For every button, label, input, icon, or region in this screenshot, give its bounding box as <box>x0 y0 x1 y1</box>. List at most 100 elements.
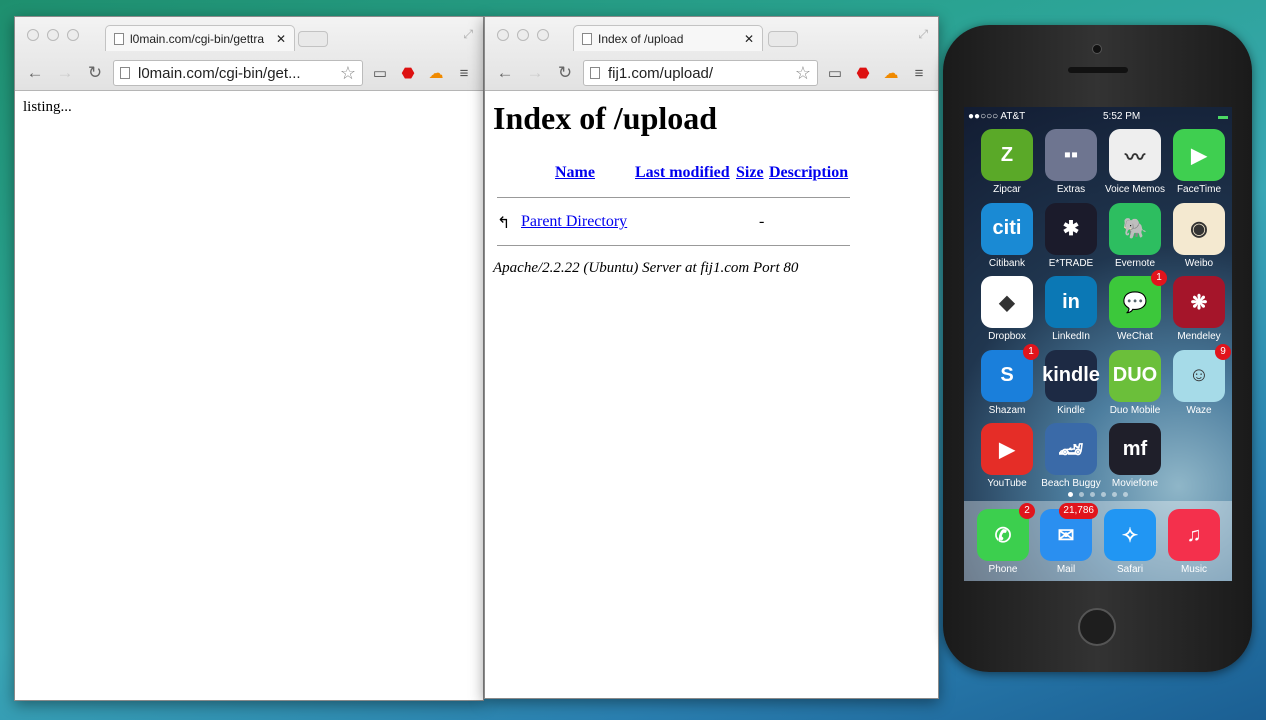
app-mendeley[interactable]: ❋ Mendeley <box>1167 276 1231 342</box>
column-description[interactable]: Description <box>769 164 848 182</box>
app-label: Waze <box>1186 404 1212 416</box>
app-icon: ♫ <box>1168 509 1220 561</box>
close-window-button[interactable] <box>497 29 509 41</box>
browser-tab[interactable]: Index of /upload ✕ <box>573 25 763 51</box>
left-browser-window: l0main.com/cgi-bin/gettra ✕ ⤢ ← → ↻ l0ma… <box>14 16 484 701</box>
app-evernote[interactable]: 🐘 Evernote <box>1103 202 1167 269</box>
app-label: E*TRADE <box>1048 257 1094 269</box>
page-icon <box>590 67 600 79</box>
app-wechat[interactable]: 💬 1 WeChat <box>1103 270 1167 342</box>
cast-icon[interactable]: ▭ <box>824 64 846 82</box>
address-bar[interactable]: l0main.com/cgi-bin/get... ☆ <box>113 60 363 86</box>
app-waze[interactable]: ☺ 9 Waze <box>1167 343 1231 416</box>
back-button[interactable]: ← <box>493 63 517 83</box>
app-icon: 🐘 <box>1109 202 1161 255</box>
page-indicator <box>964 492 1232 497</box>
page-title: Index of /upload <box>493 100 718 136</box>
app-icon: ✱ <box>1045 202 1097 255</box>
app-label: Mendeley <box>1177 331 1221 342</box>
page-icon <box>582 32 592 45</box>
forward-button[interactable]: → <box>523 63 547 83</box>
app-facetime[interactable]: ▶ FaceTime <box>1167 129 1231 195</box>
app-label: Voice Memos <box>1104 184 1166 195</box>
browser-tab[interactable]: l0main.com/cgi-bin/gettra ✕ <box>105 25 295 51</box>
app-kindle[interactable]: kindle Kindle <box>1039 349 1103 416</box>
fullscreen-icon[interactable]: ⤢ <box>918 27 928 42</box>
app-dropbox[interactable]: ◆ Dropbox <box>975 276 1039 342</box>
app-phone[interactable]: ✆ 2 Phone <box>971 503 1035 575</box>
zoom-window-button[interactable] <box>537 29 549 41</box>
fullscreen-icon[interactable]: ⤢ <box>463 27 473 42</box>
app-icon: ▶ <box>981 423 1033 475</box>
app-extras[interactable]: ▪▪ Extras <box>1039 129 1103 195</box>
column-last-modified[interactable]: Last modified <box>635 164 730 182</box>
menu-icon[interactable]: ≡ <box>453 65 475 82</box>
app-label: Duo Mobile <box>1109 404 1161 416</box>
forward-button[interactable]: → <box>53 63 77 83</box>
cloud-upload-icon[interactable]: ☁ <box>880 64 902 82</box>
app-label: WeChat <box>1117 331 1153 342</box>
app-icon: citi <box>981 202 1033 255</box>
menu-icon[interactable]: ≡ <box>908 65 930 82</box>
close-window-button[interactable] <box>27 29 39 41</box>
close-tab-icon[interactable]: ✕ <box>744 32 754 46</box>
parent-directory-link[interactable]: Parent Directory <box>521 213 627 231</box>
page-icon <box>120 67 130 79</box>
app-label: Zipcar <box>993 184 1021 195</box>
app-icon: DUO <box>1109 349 1161 402</box>
home-button[interactable] <box>1078 608 1116 646</box>
app-linkedin[interactable]: in LinkedIn <box>1039 276 1103 342</box>
app-label: LinkedIn <box>1052 331 1090 342</box>
minimize-window-button[interactable] <box>517 29 529 41</box>
app-label: Music <box>1180 564 1208 575</box>
app-icon: ◉ <box>1173 202 1225 255</box>
new-tab-button[interactable] <box>768 31 798 47</box>
status-bar: ●●○○○ AT&T 5:52 PM ▬ <box>964 107 1232 125</box>
front-camera <box>1092 44 1102 54</box>
app-youtube[interactable]: ▶ YouTube <box>975 423 1039 489</box>
app-voice-memos[interactable]: 〰 Voice Memos <box>1103 129 1167 195</box>
new-tab-button[interactable] <box>298 31 328 47</box>
reload-button[interactable]: ↻ <box>83 63 107 83</box>
app-icon: Z <box>981 129 1033 181</box>
app-icon: kindle <box>1042 349 1100 402</box>
column-size[interactable]: Size <box>736 164 764 182</box>
server-signature: Apache/2.2.22 (Ubuntu) Server at fij1.co… <box>493 260 799 276</box>
app-e-trade[interactable]: ✱ E*TRADE <box>1039 202 1103 269</box>
tab-title: Index of /upload <box>598 31 684 46</box>
cloud-upload-icon[interactable]: ☁ <box>425 64 447 82</box>
app-duo-mobile[interactable]: DUO Duo Mobile <box>1103 349 1167 416</box>
app-label: Phone <box>988 564 1018 575</box>
app-moviefone[interactable]: mf Moviefone <box>1103 423 1167 489</box>
app-label: Weibo <box>1184 257 1214 269</box>
back-button[interactable]: ← <box>23 63 47 83</box>
zoom-window-button[interactable] <box>67 29 79 41</box>
notification-badge: 1 <box>1151 270 1167 286</box>
adblock-icon[interactable]: ⬣ <box>397 64 419 82</box>
cast-icon[interactable]: ▭ <box>369 64 391 82</box>
app-citibank[interactable]: citi Citibank <box>975 202 1039 269</box>
app-zipcar[interactable]: Z Zipcar <box>975 129 1039 195</box>
app-safari[interactable]: ✧ Safari <box>1098 509 1162 575</box>
battery-icon: ▬ <box>1218 110 1228 122</box>
minimize-window-button[interactable] <box>47 29 59 41</box>
bookmark-star-icon[interactable]: ☆ <box>795 63 811 84</box>
adblock-icon[interactable]: ⬣ <box>852 64 874 82</box>
address-bar[interactable]: fij1.com/upload/ ☆ <box>583 60 818 86</box>
reload-button[interactable]: ↻ <box>553 63 577 83</box>
app-beach-buggy[interactable]: 🏎 Beach Buggy <box>1039 423 1103 489</box>
app-icon: ❋ <box>1173 276 1225 328</box>
app-weibo[interactable]: ◉ Weibo <box>1167 202 1231 269</box>
url-text: l0main.com/cgi-bin/get... <box>138 64 301 82</box>
bookmark-star-icon[interactable]: ☆ <box>340 63 356 84</box>
close-tab-icon[interactable]: ✕ <box>276 32 286 46</box>
divider <box>497 197 850 198</box>
app-icon: ▪▪ <box>1045 129 1097 181</box>
app-icon: ✆ 2 <box>977 503 1035 561</box>
app-shazam[interactable]: S 1 Shazam <box>975 343 1039 416</box>
column-name[interactable]: Name <box>555 164 595 182</box>
app-icon: 〰 <box>1109 129 1161 181</box>
app-icon: ◆ <box>981 276 1033 328</box>
app-music[interactable]: ♫ Music <box>1162 509 1226 575</box>
app-mail[interactable]: ✉ 21,786 Mail <box>1034 503 1098 575</box>
